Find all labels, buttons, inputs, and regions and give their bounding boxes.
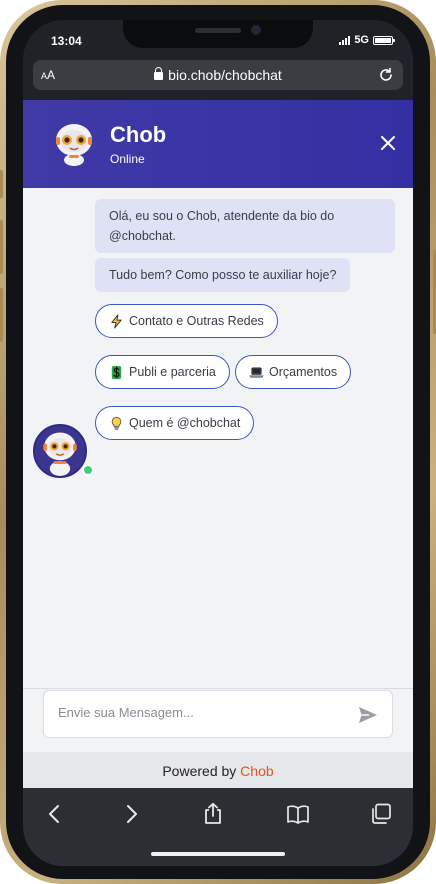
message-composer	[23, 688, 413, 752]
reload-icon[interactable]	[377, 66, 395, 84]
status-time: 13:04	[51, 34, 82, 48]
browser-toolbar	[23, 788, 413, 866]
close-icon[interactable]	[379, 134, 397, 152]
bot-avatar	[33, 424, 87, 478]
chat-title: Chob	[110, 122, 167, 147]
quick-reply-label: Orçamentos	[269, 365, 338, 379]
lightning-icon	[111, 313, 122, 329]
chat-status: Online	[110, 152, 145, 166]
quick-reply-orcamentos[interactable]: Orçamentos	[235, 355, 352, 389]
network-label: 5G	[354, 34, 369, 46]
message-input-box[interactable]	[43, 690, 393, 738]
signal-icon	[339, 35, 351, 45]
quick-reply-label: Quem é @chobchat	[129, 416, 241, 430]
volume-up-button	[0, 220, 3, 274]
message-bubble: Olá, eu sou o Chob, atendente da bio do …	[95, 199, 395, 253]
quick-reply-label: Contato e Outras Redes	[129, 314, 264, 328]
lightbulb-icon	[111, 416, 122, 430]
dollar-icon	[111, 365, 122, 379]
robot-avatar-icon	[56, 124, 92, 166]
camera-icon	[251, 25, 261, 35]
online-indicator	[82, 464, 94, 476]
powered-by-text: Powered by	[162, 763, 241, 779]
lock-icon	[154, 67, 164, 80]
status-indicators: 5G	[339, 34, 395, 46]
robot-avatar-icon	[43, 432, 77, 476]
message-input[interactable]	[58, 705, 338, 720]
forward-icon[interactable]	[119, 802, 143, 826]
url-text: bio.chob/chobchat	[168, 67, 282, 83]
silent-switch	[0, 170, 3, 198]
chat-body[interactable]: Olá, eu sou o Chob, atendente da bio do …	[23, 188, 413, 688]
chat-header: Chob Online	[23, 100, 413, 188]
volume-down-button	[0, 288, 3, 342]
tabs-icon[interactable]	[369, 802, 393, 826]
back-icon[interactable]	[43, 802, 67, 826]
quick-reply-quem[interactable]: Quem é @chobchat	[95, 406, 255, 440]
share-icon[interactable]	[201, 802, 225, 826]
status-bar: 13:04 5G	[23, 20, 413, 60]
notch	[123, 20, 313, 48]
speaker	[195, 28, 241, 33]
battery-icon	[373, 35, 395, 45]
message-bubble: Tudo bem? Como posso te auxiliar hoje?	[95, 258, 351, 292]
quick-reply-publi[interactable]: Publi e parceria	[95, 355, 230, 389]
address-bar[interactable]: AA bio.chob/chobchat	[33, 60, 403, 90]
url-field[interactable]: bio.chob/chobchat	[33, 67, 403, 83]
quick-reply-contato[interactable]: Contato e Outras Redes	[95, 304, 278, 338]
laptop-icon	[249, 366, 264, 377]
send-icon[interactable]	[358, 706, 378, 724]
powered-by-footer: Powered by Chob	[23, 752, 413, 788]
phone-screen: 13:04 5G AA bio.chob/chobchat Chob Onlin…	[23, 20, 413, 866]
quick-reply-label: Publi e parceria	[129, 365, 216, 379]
home-indicator	[151, 852, 285, 856]
bookmarks-icon[interactable]	[286, 802, 310, 826]
brand-link[interactable]: Chob	[240, 763, 273, 779]
